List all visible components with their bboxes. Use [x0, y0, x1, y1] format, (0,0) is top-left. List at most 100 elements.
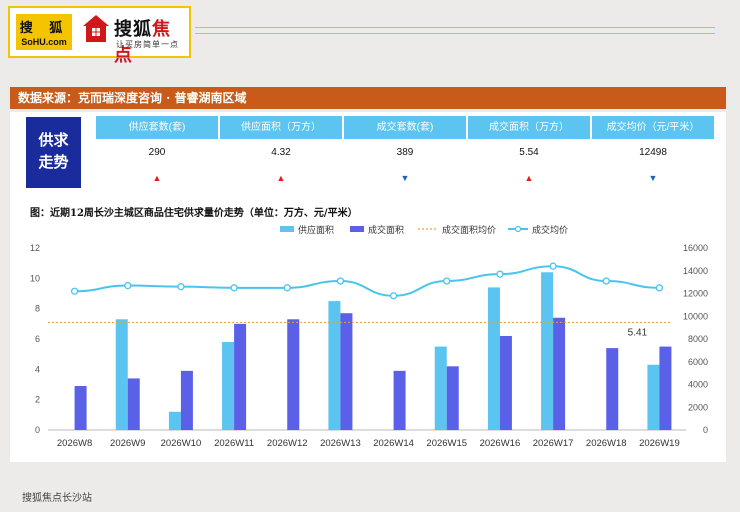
- up-arrow-icon: ▲: [152, 173, 162, 183]
- bar-deal-area: [659, 346, 672, 430]
- header-deal-units: 成交套数(套): [344, 116, 466, 139]
- price-point: [336, 277, 345, 285]
- main-panel: 供求 走势 供应套数(套) 供应面积（万方） 成交套数(套) 成交面积（万方） …: [10, 112, 726, 462]
- bar-supply-area: [541, 272, 554, 430]
- price-point: [230, 284, 238, 292]
- supply-demand-label: 供求 走势: [26, 117, 81, 188]
- price-point: [124, 281, 132, 290]
- chart-legend: 供应面积 成交面积 成交面积均价 成交均价: [280, 224, 568, 235]
- price-point: [549, 262, 557, 270]
- y-left-tick-label: 12: [30, 243, 40, 253]
- y-right-tick-label: 8000: [688, 334, 708, 344]
- down-arrow-icon: ▼: [648, 173, 658, 183]
- y-left-tick-label: 8: [35, 304, 40, 314]
- header-supply-area: 供应面积（万方）: [220, 116, 342, 139]
- bar-deal-area: [553, 317, 566, 430]
- x-tick-label: 2026W8: [57, 438, 92, 449]
- y-right-tick-label: 0: [703, 425, 708, 435]
- bar-deal-area: [393, 370, 406, 430]
- price-point: [389, 292, 398, 300]
- sohu-logo-cn: 搜 狐: [19, 21, 69, 36]
- x-tick-label: 2026W17: [533, 438, 574, 449]
- value-deal-area: 5.54: [519, 147, 539, 158]
- legend-deal: 成交面积: [368, 224, 404, 235]
- y-right-tick-label: 4000: [688, 380, 708, 390]
- header-avg-price: 成交均价（元/平米）: [592, 116, 714, 139]
- y-right-tick-label: 10000: [683, 311, 708, 321]
- house-icon: [83, 15, 109, 42]
- legend-swatch-supply: [280, 226, 294, 232]
- y-left-tick-label: 0: [35, 425, 40, 435]
- bar-supply-area: [328, 301, 341, 430]
- price-point: [70, 287, 79, 295]
- y-right-tick-label: 12000: [683, 289, 708, 299]
- bar-deal-area: [446, 366, 459, 430]
- x-tick-label: 2026W13: [320, 438, 361, 449]
- price-line: [74, 265, 660, 297]
- x-tick-label: 2026W9: [110, 438, 145, 449]
- x-tick-label: 2026W16: [480, 438, 521, 449]
- x-tick-label: 2026W12: [267, 438, 308, 449]
- y-right-tick-label: 6000: [688, 357, 708, 367]
- legend-marker-price: [514, 225, 522, 233]
- header-deal-area: 成交面积（万方）: [468, 116, 590, 139]
- legend-avg-area: 成交面积均价: [442, 224, 496, 235]
- chart-title: 图：近期12周长沙主城区商品住宅供求量价走势（单位：万方、元/平米）: [30, 208, 358, 219]
- data-label-annotation: 5.41: [628, 328, 648, 339]
- sohu-logo-en: SoHU.com: [21, 37, 67, 47]
- label-line-1: 供求: [38, 131, 69, 149]
- bar-supply-area: [487, 287, 500, 430]
- bar-deal-area: [606, 348, 619, 430]
- price-point: [177, 283, 185, 291]
- chart-svg: 供应面积 成交面积 成交面积均价 成交均价 0 2 4 6 8 10 12 0 2000 4000…: [30, 224, 708, 449]
- bar-supply-area: [647, 364, 660, 430]
- y-left-tick-label: 10: [30, 273, 40, 283]
- label-line-2: 走势: [38, 153, 69, 171]
- x-tick-label: 2026W14: [373, 438, 414, 449]
- bar-deal-area: [234, 323, 247, 430]
- bar-deal-area: [127, 378, 140, 430]
- legend-swatch-deal: [350, 226, 364, 232]
- bar-supply-area: [115, 319, 128, 430]
- bar-deal-area: [499, 335, 512, 430]
- value-avg-price: 12498: [639, 147, 667, 158]
- down-arrow-icon: ▼: [400, 173, 410, 183]
- legend-supply: 供应面积: [298, 224, 334, 235]
- data-source-banner: 数据来源：克而瑞深度咨询 · 普睿湖南区域: [10, 87, 726, 109]
- value-supply-units: 290: [148, 147, 166, 158]
- footer-text: 搜狐焦点长沙站: [22, 493, 92, 504]
- bar-deal-area: [180, 370, 193, 430]
- legend-price: 成交均价: [532, 224, 568, 235]
- header-supply-units: 供应套数(套): [96, 116, 218, 139]
- brand-black: 搜狐: [114, 19, 152, 40]
- y-right-tick-label: 14000: [683, 266, 708, 276]
- price-point: [443, 277, 451, 285]
- y-left-tick-label: 2: [35, 395, 40, 405]
- y-right-tick-label: 2000: [688, 402, 708, 412]
- x-tick-label: 2026W11: [214, 438, 254, 449]
- slogan: 让买房简单一点: [116, 40, 179, 49]
- y-right-tick-label: 16000: [683, 243, 708, 253]
- divider-line: [195, 33, 715, 34]
- bar-deal-area: [340, 313, 353, 430]
- divider-line: [195, 27, 715, 28]
- price-point: [602, 277, 610, 285]
- x-tick-label: 2026W15: [426, 438, 467, 449]
- bar-deal-area: [287, 319, 300, 430]
- bar-supply-area: [434, 346, 447, 430]
- y-left-tick-label: 4: [35, 364, 40, 374]
- x-tick-label: 2026W10: [161, 438, 202, 449]
- x-tick-label: 2026W19: [639, 438, 680, 449]
- bar-supply-area: [222, 342, 235, 430]
- bar-supply-area: [168, 411, 181, 430]
- x-tick-label: 2026W18: [586, 438, 627, 449]
- bar-deal-area: [74, 386, 87, 430]
- chart-plot: 0 2 4 6 8 10 12 0 2000 4000 6000 8000 10000 12000 1400…: [30, 243, 708, 449]
- y-left-tick-label: 6: [35, 334, 40, 344]
- value-deal-units: 389: [396, 147, 414, 158]
- price-point: [283, 284, 291, 292]
- price-point: [655, 284, 664, 292]
- up-arrow-icon: ▲: [276, 173, 286, 183]
- sohu-logo: 搜 狐 SoHU.com: [16, 14, 72, 50]
- value-supply-area: 4.32: [271, 147, 291, 158]
